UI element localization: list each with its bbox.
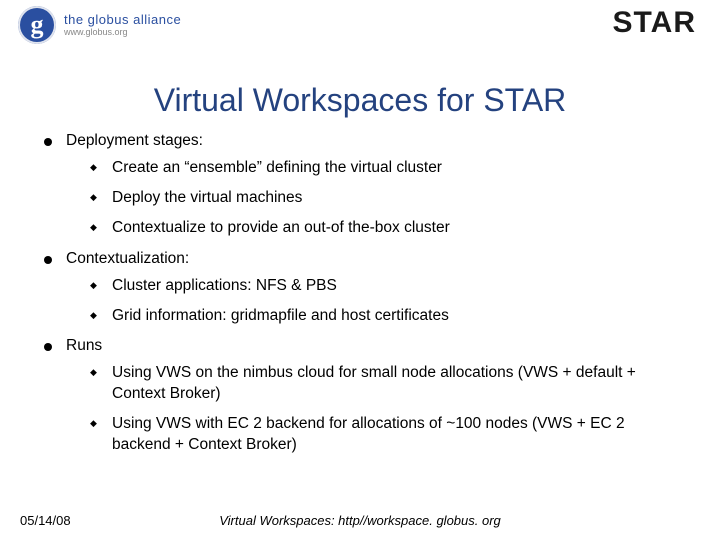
sub-list: Using VWS on the nimbus cloud for small … [66, 363, 686, 456]
bullet-label: Contextualization: [66, 250, 189, 267]
slide: g the globus alliance www.globus.org STA… [0, 0, 720, 540]
slide-title: Virtual Workspaces for STAR [0, 82, 720, 119]
list-item: Deployment stages: Create an “ensemble” … [44, 131, 686, 239]
slide-content: Deployment stages: Create an “ensemble” … [0, 131, 720, 456]
sub-list-item: Create an “ensemble” defining the virtua… [86, 158, 686, 179]
globus-logo-text: the globus alliance www.globus.org [64, 13, 181, 37]
sub-list: Create an “ensemble” defining the virtua… [66, 158, 686, 239]
globus-name: the globus alliance [64, 13, 181, 26]
footer-center: Virtual Workspaces: http//workspace. glo… [0, 513, 720, 528]
globus-g-icon: g [18, 6, 56, 44]
footer-date: 05/14/08 [20, 513, 71, 528]
slide-footer: 05/14/08 Virtual Workspaces: http//works… [0, 513, 720, 528]
bullet-list: Deployment stages: Create an “ensemble” … [44, 131, 686, 456]
sub-list-item: Using VWS on the nimbus cloud for small … [86, 363, 686, 405]
list-item: Runs Using VWS on the nimbus cloud for s… [44, 336, 686, 456]
list-item: Contextualization: Cluster applications:… [44, 249, 686, 327]
sub-list-item: Contextualize to provide an out-of the-b… [86, 218, 686, 239]
sub-list-item: Using VWS with EC 2 backend for allocati… [86, 414, 686, 456]
bullet-label: Runs [66, 337, 102, 354]
bullet-label: Deployment stages: [66, 132, 203, 149]
star-logo-text: STAR [613, 6, 696, 40]
slide-header: g the globus alliance www.globus.org STA… [0, 0, 720, 64]
globus-logo: g the globus alliance www.globus.org [18, 6, 181, 44]
sub-list-item: Grid information: gridmapfile and host c… [86, 306, 686, 327]
sub-list-item: Cluster applications: NFS & PBS [86, 276, 686, 297]
sub-list: Cluster applications: NFS & PBS Grid inf… [66, 276, 686, 327]
sub-list-item: Deploy the virtual machines [86, 188, 686, 209]
globus-url: www.globus.org [64, 28, 181, 37]
star-logo: STAR [613, 6, 702, 40]
